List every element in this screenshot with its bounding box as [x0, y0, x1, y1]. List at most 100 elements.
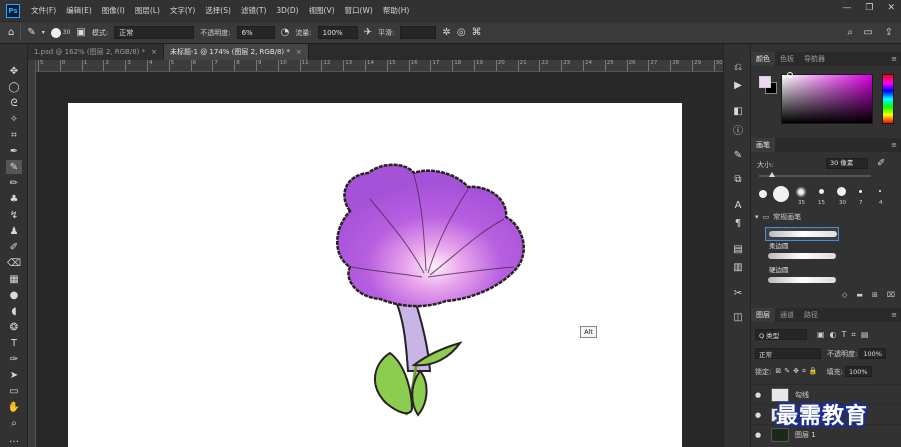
close-icon[interactable]: × [296, 48, 302, 56]
properties-icon[interactable]: ▥ [731, 260, 745, 274]
share-icon[interactable]: ⇪ [885, 27, 893, 38]
pressure-opacity-icon[interactable]: ◔ [281, 27, 290, 38]
lock-icons[interactable]: ⊠✎✥⌗🔒 [775, 367, 820, 376]
path-select-icon[interactable]: ➤ [6, 368, 22, 382]
rectangle-tool-icon[interactable]: ▭ [6, 384, 22, 398]
adjustments-icon[interactable]: ◧ [731, 104, 745, 118]
brush-size-slider[interactable] [759, 175, 871, 177]
eyedropper-icon[interactable]: ✒ [6, 144, 22, 158]
horizontal-ruler[interactable]: 5 0 1 2 3 4 5 6 7 8 9 10 11 12 13 14 15 16 17 18 19 20 21 22 23 2… [36, 60, 723, 72]
brush-preset[interactable] [879, 190, 881, 192]
tab-channels[interactable]: 通道 [775, 308, 799, 322]
layer-comps-icon[interactable]: ◫ [731, 310, 745, 324]
gradient-icon[interactable]: ▦ [6, 272, 22, 286]
color-picker-cursor[interactable] [787, 72, 793, 78]
lasso-tool-icon[interactable]: ᘓ [6, 96, 22, 110]
brush-settings-icon[interactable]: ▣ [76, 27, 85, 38]
close-icon[interactable]: × [151, 48, 157, 56]
magic-wand-icon[interactable]: ✧ [6, 112, 22, 126]
history-brush-icon[interactable]: ↯ [6, 208, 22, 222]
eye-icon[interactable]: ● [751, 411, 765, 419]
menu-view[interactable]: 视图(V) [304, 5, 340, 16]
more-tools-icon[interactable]: … [6, 432, 22, 446]
minimize-button[interactable]: — [842, 3, 851, 13]
menu-help[interactable]: 帮助(H) [378, 5, 415, 16]
healing-brush-icon[interactable]: ✐ [6, 240, 22, 254]
history-panel-icon[interactable]: ⎌ [731, 60, 745, 74]
eye-icon[interactable]: ● [751, 391, 765, 399]
brush-edit-icon[interactable]: ✐ [877, 158, 885, 169]
document-canvas[interactable]: Alt [68, 103, 682, 447]
tab-navigator[interactable]: 导航器 [799, 52, 830, 66]
info-icon[interactable]: ⓘ [731, 122, 745, 137]
restore-button[interactable]: ❐ [865, 3, 873, 13]
panel-menu-icon[interactable]: ≡ [891, 141, 897, 149]
hand-tool-icon[interactable]: ✋ [6, 400, 22, 414]
menu-layer[interactable]: 图层(L) [130, 5, 165, 16]
brush-preset-picker[interactable] [50, 27, 61, 38]
brush-preset[interactable] [837, 187, 846, 196]
menu-edit[interactable]: 编辑(E) [61, 5, 97, 16]
fill-field[interactable]: 100% [844, 366, 872, 377]
brush-folder-general[interactable]: ▾ ▭ 常规画笔 [755, 212, 895, 222]
opacity-field[interactable]: 6% [236, 26, 275, 39]
pencil-icon[interactable]: ✏ [6, 176, 22, 190]
menu-filter[interactable]: 滤镜(T) [236, 5, 271, 16]
stamp-icon[interactable]: ♟ [6, 224, 22, 238]
eraser-icon[interactable]: ⌫ [6, 256, 22, 270]
blur-icon[interactable]: ● [6, 288, 22, 302]
panel-menu-icon[interactable]: ≡ [891, 55, 897, 63]
tab-document-2[interactable]: 未标题-1 @ 174% (图层 2, RGB/8) * × [164, 44, 309, 60]
marquee-tool-icon[interactable]: ◯ [6, 80, 22, 94]
new-brush-icon[interactable]: ⊞ [872, 291, 878, 301]
panel-menu-icon[interactable]: ≡ [891, 311, 897, 319]
menu-select[interactable]: 选择(S) [200, 5, 236, 16]
tab-color[interactable]: 颜色 [751, 52, 775, 66]
smoothing-field[interactable] [400, 26, 437, 39]
actions-play-icon[interactable]: ▶ [731, 78, 745, 92]
menu-window[interactable]: 窗口(W) [340, 5, 378, 16]
brush-item-hard-round[interactable] [765, 250, 839, 264]
move-tool-icon[interactable]: ✥ [6, 64, 22, 78]
symmetry-icon[interactable]: ⌘ [472, 27, 482, 38]
tab-paths[interactable]: 路径 [799, 308, 823, 322]
chevron-down-icon[interactable]: ▾ [42, 29, 45, 36]
pressure-size-icon[interactable]: ◎ [457, 27, 466, 38]
type-tool-icon[interactable]: T [6, 336, 22, 350]
hue-slider[interactable] [882, 74, 894, 124]
layer-filter-icons[interactable]: ▣◐T⌗▤ [817, 330, 874, 340]
character-panel-icon[interactable]: A [731, 198, 745, 212]
menu-3d[interactable]: 3D(D) [271, 6, 303, 15]
flow-field[interactable]: 100% [317, 26, 358, 39]
sponge-icon[interactable]: ❂ [6, 320, 22, 334]
brush-preset[interactable] [759, 190, 767, 198]
home-icon[interactable]: ⌂ [8, 27, 14, 38]
brush-size-field[interactable]: 30 像素 [826, 158, 868, 169]
brush-tool-icon[interactable]: ✎ [6, 160, 22, 174]
tab-document-1[interactable]: 1.psd @ 162% (图层 2, RGB/8) * × [28, 44, 164, 60]
brush-toggle-icon[interactable]: ◇ [842, 291, 847, 301]
new-group-icon[interactable]: ▬ [856, 291, 863, 301]
brush-item-soft-round[interactable] [765, 227, 839, 241]
brush-preset[interactable] [819, 189, 824, 194]
brush-preset[interactable] [773, 186, 789, 202]
airbrush-icon[interactable]: ✈ [364, 27, 372, 38]
brush-preset[interactable] [859, 190, 862, 193]
brush-tool-icon[interactable]: ✎ [27, 27, 35, 38]
tab-swatches[interactable]: 色板 [775, 52, 799, 66]
paragraph-panel-icon[interactable]: ¶ [731, 216, 745, 230]
search-icon[interactable]: ⌕ [847, 27, 853, 38]
dodge-icon[interactable]: ◖ [6, 304, 22, 318]
clone-stamp-icon[interactable]: ♣ [6, 192, 22, 206]
brush-settings-panel-icon[interactable]: ✎ [731, 148, 745, 162]
eye-icon[interactable]: ● [751, 431, 765, 439]
clone-source-icon[interactable]: ⧉ [731, 172, 745, 186]
layer-kind-filter[interactable]: Q 类型 [755, 329, 807, 340]
tab-brushes[interactable]: 画笔 [751, 138, 775, 152]
blend-mode-select[interactable]: 正常 [755, 348, 821, 359]
chevron-down-icon[interactable]: ▾ [755, 213, 759, 221]
tab-layers[interactable]: 图层 [751, 308, 775, 322]
gear-icon[interactable]: ✲ [442, 27, 450, 38]
color-picker-field[interactable] [781, 74, 873, 124]
tool-presets-icon[interactable]: ✂ [731, 286, 745, 300]
